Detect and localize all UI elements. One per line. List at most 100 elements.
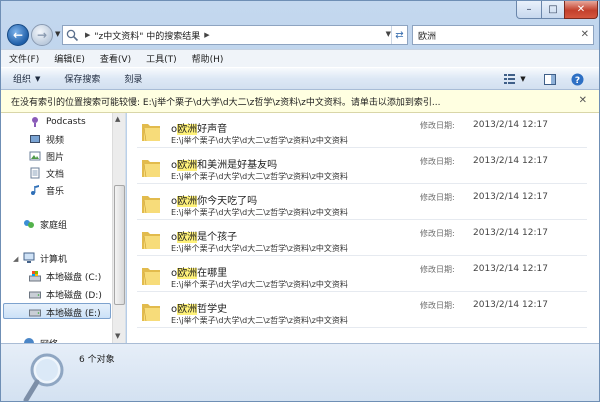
navigation-pane: Podcasts 视频 图片 文档 音乐 家庭组 ◢ 计算机 本地磁盘 (C:)… xyxy=(1,113,126,343)
folder-icon xyxy=(142,268,160,286)
title-rest: 哲学史 xyxy=(197,304,228,315)
command-bar: 组织 ▼ 保存搜索 刻录 ▼ ? xyxy=(1,67,599,90)
minimize-button[interactable]: – xyxy=(516,1,542,19)
result-date: 2013/2/14 12:17 xyxy=(473,228,548,238)
nav-scrollbar[interactable]: ▲ ▼ xyxy=(112,113,125,343)
close-icon: ✕ xyxy=(576,4,586,15)
nav-item-videos[interactable]: 视频 xyxy=(29,132,64,146)
save-search-button[interactable]: 保存搜索 xyxy=(64,72,100,85)
nav-scroll-thumb[interactable] xyxy=(114,185,125,305)
organize-button[interactable]: 组织 ▼ xyxy=(13,72,41,86)
title-rest: 你今天吃了吗 xyxy=(197,196,258,207)
computer-icon xyxy=(23,252,35,264)
nav-item-music[interactable]: 音乐 xyxy=(29,183,64,197)
preview-pane-button[interactable] xyxy=(541,71,559,87)
document-icon xyxy=(29,167,41,179)
search-query[interactable]: 欧洲 xyxy=(418,29,436,42)
result-row[interactable]: o欧洲是个孩子 E:\j举个栗子\d大学\d大二\z哲学\z资料\z中文资料 修… xyxy=(137,223,587,256)
result-date: 2013/2/14 12:17 xyxy=(473,120,548,130)
view-options-button[interactable]: ▼ xyxy=(501,71,529,87)
result-row[interactable]: o欧洲和美洲是好基友吗 E:\j举个栗子\d大学\d大二\z哲学\z资料\z中文… xyxy=(137,151,587,184)
scroll-down-icon[interactable]: ▼ xyxy=(115,332,120,340)
nav-item-drive-d[interactable]: 本地磁盘 (D:) xyxy=(29,287,102,301)
recent-pages-dropdown[interactable]: ▼ xyxy=(55,30,60,38)
search-highlight: 欧洲 xyxy=(177,196,198,207)
result-date: 2013/2/14 12:17 xyxy=(473,264,548,274)
folder-icon xyxy=(142,160,160,178)
result-title[interactable]: o欧洲你今天吃了吗 xyxy=(171,192,257,207)
result-path: E:\j举个栗子\d大学\d大二\z哲学\z资料\z中文资料 xyxy=(171,172,348,181)
preview-pane-icon xyxy=(544,73,556,85)
search-input[interactable]: 欧洲 ✕ xyxy=(412,25,594,45)
menu-tools[interactable]: 工具(T) xyxy=(146,52,177,65)
menu-file[interactable]: 文件(F) xyxy=(9,52,39,65)
drive-icon xyxy=(29,306,41,318)
date-label: 修改日期: xyxy=(420,157,455,166)
date-label: 修改日期: xyxy=(420,193,455,202)
result-date: 2013/2/14 12:17 xyxy=(473,156,548,166)
back-button[interactable]: ← xyxy=(7,24,29,46)
forward-button[interactable]: → xyxy=(31,24,53,46)
result-row[interactable]: o欧洲你今天吃了吗 E:\j举个栗子\d大学\d大二\z哲学\z资料\z中文资料… xyxy=(137,187,587,220)
search-highlight: 欧洲 xyxy=(177,232,198,243)
search-highlight: 欧洲 xyxy=(177,268,198,279)
nav-item-drive-c[interactable]: 本地磁盘 (C:) xyxy=(29,269,101,283)
expand-computer-icon[interactable]: ◢ xyxy=(13,255,18,263)
result-date: 2013/2/14 12:17 xyxy=(473,192,548,202)
result-row[interactable]: o欧洲在哪里 E:\j举个栗子\d大学\d大二\z哲学\z资料\z中文资料 修改… xyxy=(137,259,587,292)
refresh-button[interactable]: ⇄ xyxy=(391,26,407,44)
nav-label: 文档 xyxy=(46,169,65,180)
result-title[interactable]: o欧洲哲学史 xyxy=(171,300,227,315)
search-location-icon xyxy=(63,26,81,44)
menu-edit[interactable]: 编辑(E) xyxy=(54,52,85,65)
close-icon[interactable]: ✕ xyxy=(579,95,587,106)
burn-button[interactable]: 刻录 xyxy=(124,72,142,85)
clear-search-icon[interactable]: ✕ xyxy=(581,29,589,40)
breadcrumb-separator-icon[interactable]: ▶ xyxy=(85,31,90,39)
nav-item-drive-e[interactable]: 本地磁盘 (E:) xyxy=(29,305,101,319)
scroll-up-icon[interactable]: ▲ xyxy=(115,115,120,123)
result-path: E:\j举个栗子\d大学\d大二\z哲学\z资料\z中文资料 xyxy=(171,208,348,217)
nav-label: 家庭组 xyxy=(40,220,68,231)
nav-item-pictures[interactable]: 图片 xyxy=(29,149,64,163)
menu-help[interactable]: 帮助(H) xyxy=(192,52,224,65)
result-row[interactable]: o欧洲好声音 E:\j举个栗子\d大学\d大二\z哲学\z资料\z中文资料 修改… xyxy=(137,115,587,148)
date-label: 修改日期: xyxy=(420,265,455,274)
nav-label: 视频 xyxy=(46,135,65,146)
refresh-icon: ⇄ xyxy=(395,29,404,41)
index-info-text[interactable]: 在没有索引的位置搜索可能较慢: E:\j举个栗子\d大学\d大二\z哲学\z资料… xyxy=(11,95,441,108)
breadcrumb-separator-icon[interactable]: ▶ xyxy=(204,31,209,39)
result-title[interactable]: o欧洲和美洲是好基友吗 xyxy=(171,156,277,171)
index-info-bar[interactable]: 在没有索引的位置搜索可能较慢: E:\j举个栗子\d大学\d大二\z哲学\z资料… xyxy=(1,90,599,113)
folder-icon xyxy=(142,304,160,322)
folder-icon xyxy=(142,196,160,214)
result-title[interactable]: o欧洲好声音 xyxy=(171,120,227,135)
help-button[interactable]: ? xyxy=(569,71,585,87)
title-rest: 好声音 xyxy=(197,124,228,135)
nav-item-network[interactable]: 网络 xyxy=(23,336,58,343)
nav-item-computer[interactable]: 计算机 xyxy=(23,251,67,265)
result-row[interactable]: o欧洲哲学史 E:\j举个栗子\d大学\d大二\z哲学\z资料\z中文资料 修改… xyxy=(137,295,587,328)
nav-item-homegroup[interactable]: 家庭组 xyxy=(23,217,67,231)
nav-item-documents[interactable]: 文档 xyxy=(29,166,64,180)
close-button[interactable]: ✕ xyxy=(564,1,598,19)
title-rest: 和美洲是好基友吗 xyxy=(197,160,278,171)
chevron-down-icon: ▼ xyxy=(35,74,41,83)
result-title[interactable]: o欧洲是个孩子 xyxy=(171,228,237,243)
folder-icon xyxy=(142,124,160,142)
result-title[interactable]: o欧洲在哪里 xyxy=(171,264,227,279)
nav-label: 本地磁盘 (E:) xyxy=(46,308,101,319)
drive-icon xyxy=(29,288,41,300)
maximize-button[interactable]: □ xyxy=(541,1,565,19)
view-list-icon xyxy=(504,74,516,84)
date-label: 修改日期: xyxy=(420,229,455,238)
date-label: 修改日期: xyxy=(420,121,455,130)
breadcrumb-current[interactable]: "z中文资料" 中的搜索结果 xyxy=(94,29,200,42)
nav-item-podcasts[interactable]: Podcasts xyxy=(29,115,86,129)
nav-label: 音乐 xyxy=(46,186,65,197)
menu-view[interactable]: 查看(V) xyxy=(100,52,131,65)
result-path: E:\j举个栗子\d大学\d大二\z哲学\z资料\z中文资料 xyxy=(171,244,348,253)
address-bar[interactable]: ▶ "z中文资料" 中的搜索结果 ▶ ▼ ⇄ xyxy=(62,25,408,45)
organize-label: 组织 xyxy=(13,75,32,85)
svg-text:?: ? xyxy=(574,76,579,86)
